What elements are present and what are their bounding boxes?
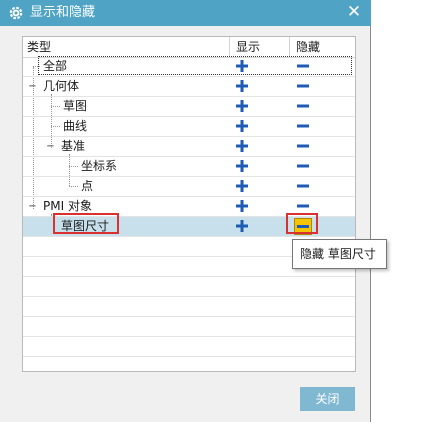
tree-row-geometry[interactable]: − 几何体 — [23, 77, 355, 97]
show-hide-dialog: 显示和隐藏 ✕ 类型 显示 隐藏 全部 − 几何体 草图 曲线 − 基准 坐标系… — [0, 0, 371, 422]
column-header-hide[interactable]: 隐藏 — [296, 37, 320, 57]
close-icon[interactable]: ✕ — [345, 3, 363, 21]
close-button[interactable]: 关闭 — [300, 387, 355, 411]
plus-icon[interactable] — [235, 139, 249, 153]
focus-rectangle — [38, 56, 352, 75]
highlight-box — [286, 213, 318, 234]
empty-row — [23, 277, 355, 297]
minus-icon[interactable] — [296, 79, 310, 93]
tree-row-curve[interactable]: 曲线 — [23, 117, 355, 137]
plus-icon[interactable] — [235, 159, 249, 173]
minus-icon[interactable] — [296, 159, 310, 173]
row-label: 基准 — [61, 139, 86, 153]
tree-row-sketch[interactable]: 草图 — [23, 97, 355, 117]
plus-icon[interactable] — [235, 99, 249, 113]
empty-row — [23, 297, 355, 317]
minus-icon[interactable] — [296, 199, 310, 213]
row-label: 点 — [81, 179, 94, 193]
row-label: 草图 — [63, 99, 88, 113]
minus-icon[interactable] — [296, 179, 310, 193]
highlight-box — [53, 213, 119, 234]
collapse-icon[interactable]: − — [28, 202, 37, 212]
empty-row — [23, 337, 355, 357]
plus-icon[interactable] — [235, 179, 249, 193]
tree-row-datum[interactable]: − 基准 — [23, 137, 355, 157]
empty-row — [23, 357, 355, 371]
column-header-show[interactable]: 显示 — [236, 37, 260, 57]
dialog-title: 显示和隐藏 — [30, 5, 96, 20]
grid-header: 类型 显示 隐藏 — [23, 37, 355, 58]
visibility-grid: 类型 显示 隐藏 全部 − 几何体 草图 曲线 − 基准 坐标系 点 − PMI… — [22, 36, 356, 372]
gear-icon — [9, 6, 23, 20]
minus-icon[interactable] — [296, 99, 310, 113]
tree-row-csys[interactable]: 坐标系 — [23, 157, 355, 177]
empty-row — [23, 317, 355, 337]
plus-icon[interactable] — [235, 219, 249, 233]
minus-icon[interactable] — [296, 119, 310, 133]
tooltip: 隐藏 草图尺寸 — [292, 239, 387, 269]
collapse-icon[interactable]: − — [46, 142, 55, 152]
column-header-type[interactable]: 类型 — [27, 37, 51, 57]
minus-icon[interactable] — [296, 139, 310, 153]
plus-icon[interactable] — [235, 199, 249, 213]
collapse-icon[interactable]: − — [28, 82, 37, 92]
row-label: 曲线 — [63, 119, 88, 133]
title-bar[interactable]: 显示和隐藏 ✕ — [0, 0, 371, 26]
row-label: 坐标系 — [81, 159, 118, 173]
plus-icon[interactable] — [235, 79, 249, 93]
tree-row-point[interactable]: 点 — [23, 177, 355, 197]
plus-icon[interactable] — [235, 119, 249, 133]
column-divider[interactable] — [289, 37, 290, 57]
column-divider[interactable] — [229, 37, 230, 57]
row-label: 几何体 — [43, 79, 80, 93]
